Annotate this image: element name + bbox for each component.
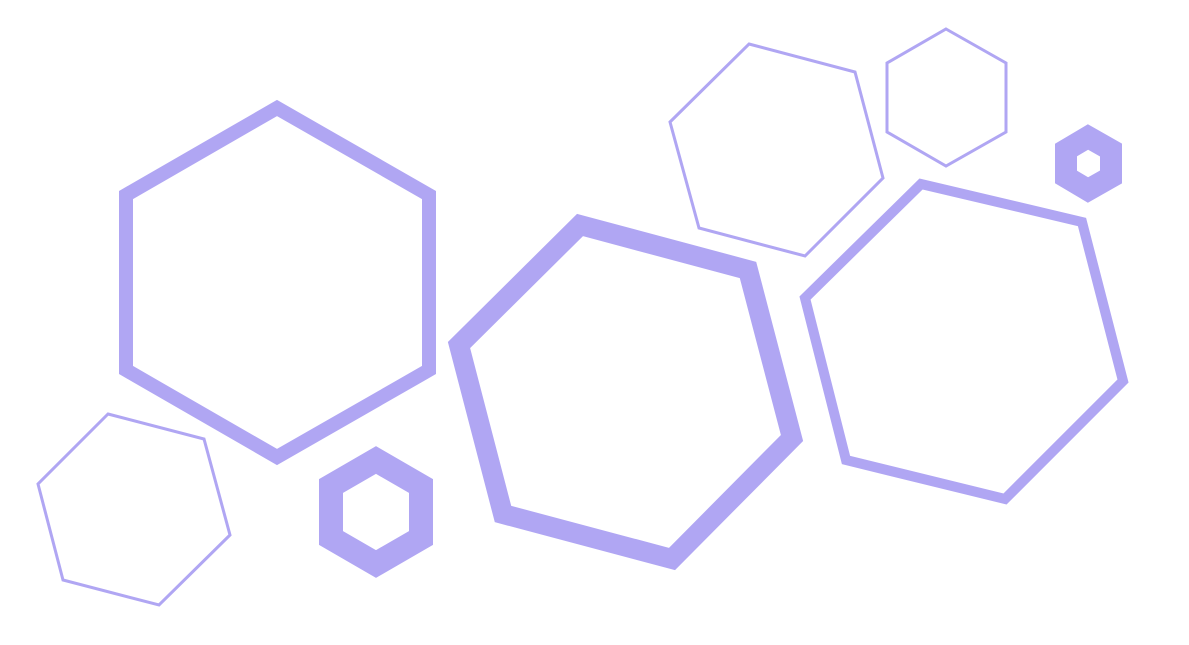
hexagon-pattern	[0, 0, 1189, 645]
